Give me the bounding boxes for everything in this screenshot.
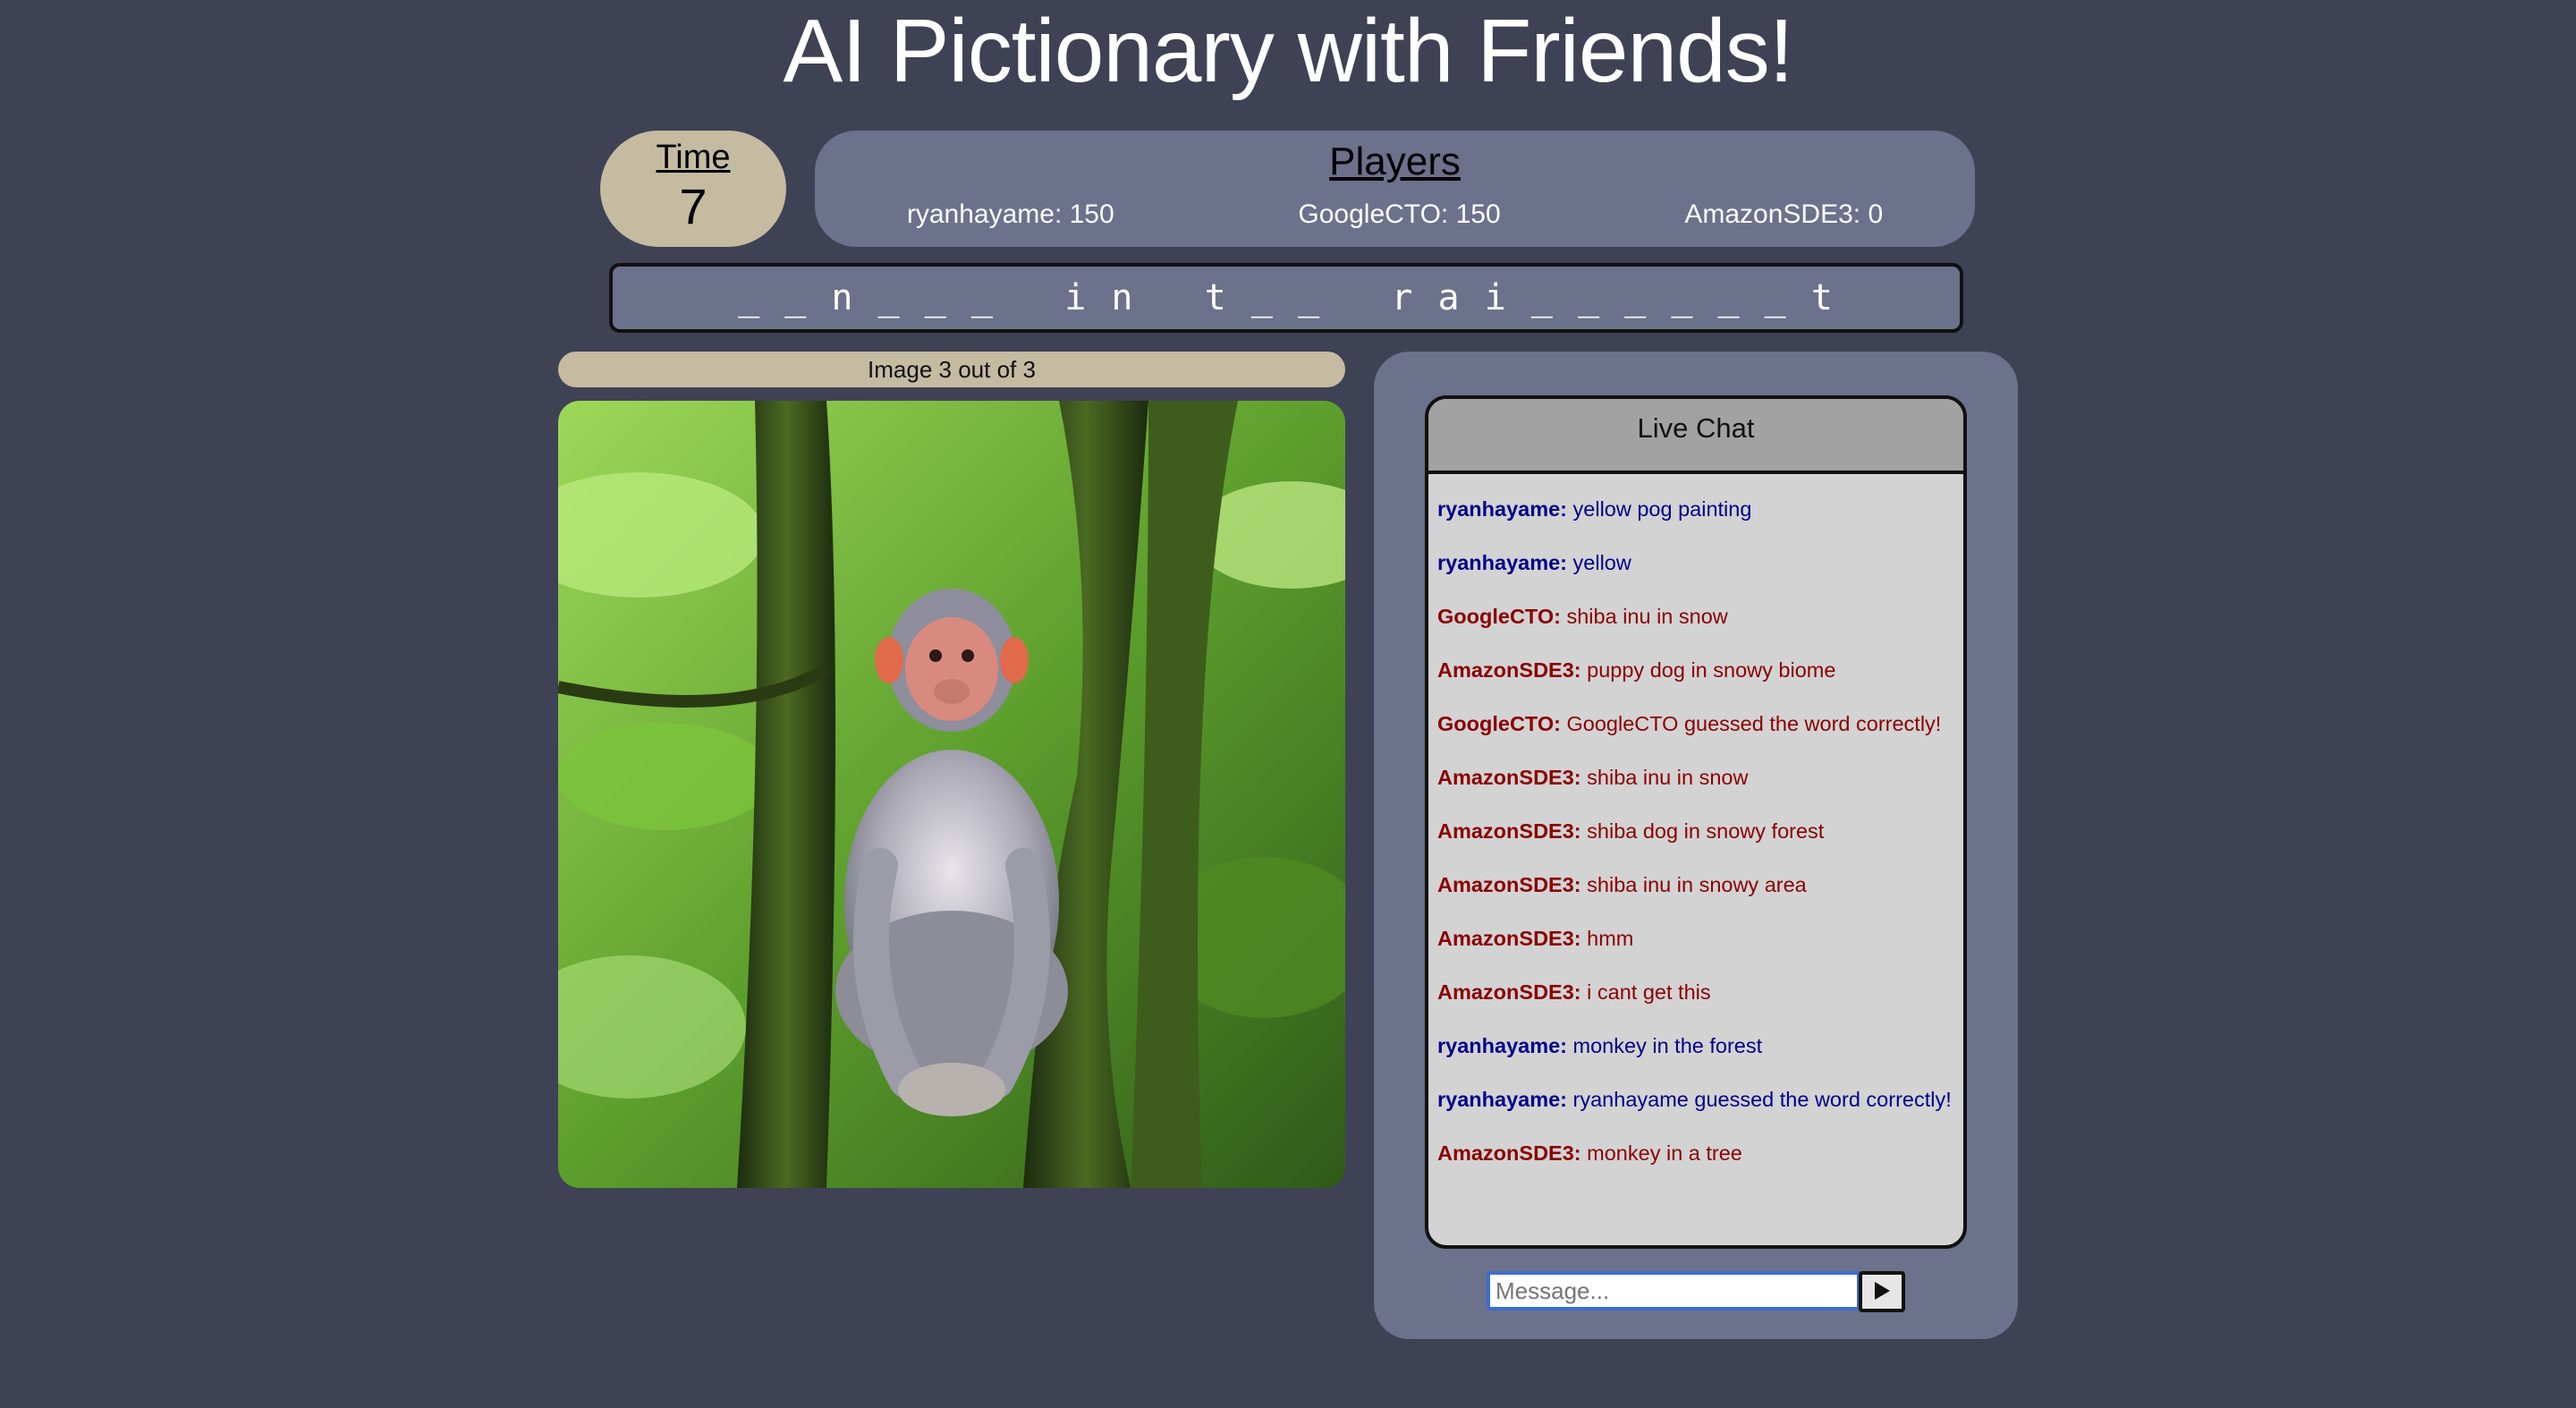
generated-image bbox=[558, 401, 1345, 1188]
chat-message: GoogleCTO: shiba inu in snow bbox=[1437, 601, 1954, 632]
chat-message: AmazonSDE3: shiba inu in snowy area bbox=[1437, 869, 1954, 901]
chat-message-sender: ryanhayame: bbox=[1437, 1034, 1567, 1057]
chat-message-sender: GoogleCTO: bbox=[1437, 605, 1561, 628]
chat-message-text: yellow pog painting bbox=[1572, 497, 1752, 521]
chat-message-sender: ryanhayame: bbox=[1437, 497, 1567, 521]
players-panel: Players ryanhayame: 150 GoogleCTO: 150 A… bbox=[815, 131, 1975, 247]
chat-message-text: monkey in a tree bbox=[1587, 1141, 1742, 1165]
chat-message: GoogleCTO: GoogleCTO guessed the word co… bbox=[1437, 708, 1954, 740]
chat-message-text: monkey in the forest bbox=[1572, 1034, 1763, 1057]
players-title: Players bbox=[1329, 140, 1461, 183]
chat-panel: Live Chat ryanhayame: yellow pog paintin… bbox=[1374, 352, 2018, 1339]
chat-message-text: shiba inu in snow bbox=[1566, 605, 1728, 628]
monkey-in-tree-image bbox=[558, 401, 1345, 1188]
chat-message: ryanhayame: monkey in the forest bbox=[1437, 1031, 1954, 1062]
player-score: AmazonSDE3: 0 bbox=[1684, 199, 1884, 229]
chat-message-sender: AmazonSDE3: bbox=[1437, 927, 1581, 950]
chat-message-sender: AmazonSDE3: bbox=[1437, 1141, 1581, 1165]
chat-message: AmazonSDE3: hmm bbox=[1437, 923, 1954, 954]
chat-message-sender: AmazonSDE3: bbox=[1437, 873, 1581, 896]
chat-message-text: hmm bbox=[1587, 927, 1634, 950]
player-score: GoogleCTO: 150 bbox=[1298, 199, 1501, 229]
chat-message: AmazonSDE3: monkey in a tree bbox=[1437, 1138, 1954, 1169]
chat-message: AmazonSDE3: i cant get this bbox=[1437, 977, 1954, 1008]
chat-message-text: GoogleCTO guessed the word correctly! bbox=[1566, 712, 1942, 735]
chat-message-sender: AmazonSDE3: bbox=[1437, 980, 1581, 1004]
chat-messages[interactable]: ryanhayame: yellow pog painting ryanhayam… bbox=[1428, 474, 1963, 1169]
chat-message-sender: GoogleCTO: bbox=[1437, 712, 1561, 735]
chat-message-text: yellow bbox=[1572, 551, 1631, 574]
player-score: ryanhayame: 150 bbox=[906, 199, 1114, 229]
live-chat[interactable]: Live Chat ryanhayame: yellow pog paintin… bbox=[1425, 395, 1967, 1249]
chat-message: ryanhayame: yellow pog painting bbox=[1437, 494, 1954, 525]
chat-message: AmazonSDE3: shiba dog in snowy forest bbox=[1437, 816, 1954, 847]
chat-message: ryanhayame: ryanhayame guessed the word … bbox=[1437, 1084, 1954, 1115]
chat-message-sender: AmazonSDE3: bbox=[1437, 819, 1581, 843]
send-button[interactable] bbox=[1859, 1271, 1905, 1312]
chat-message-text: i cant get this bbox=[1587, 980, 1711, 1004]
chat-message: ryanhayame: yellow bbox=[1437, 547, 1954, 579]
chat-message-text: shiba inu in snowy area bbox=[1587, 873, 1807, 896]
players-list: ryanhayame: 150 GoogleCTO: 150 AmazonSDE… bbox=[815, 197, 1975, 233]
chat-message-text: puppy dog in snowy biome bbox=[1587, 658, 1836, 682]
chat-message-text: shiba inu in snow bbox=[1587, 766, 1749, 789]
image-progress: Image 3 out of 3 bbox=[558, 352, 1345, 387]
chat-message: AmazonSDE3: shiba inu in snow bbox=[1437, 762, 1954, 793]
chat-message-sender: ryanhayame: bbox=[1437, 551, 1567, 574]
timer-label: Time bbox=[656, 139, 731, 176]
chat-message: AmazonSDE3: puppy dog in snowy biome bbox=[1437, 655, 1954, 686]
chat-message-text: shiba dog in snowy forest bbox=[1587, 819, 1825, 843]
page-title: AI Pictionary with Friends! bbox=[783, 1, 1794, 101]
chat-message-sender: AmazonSDE3: bbox=[1437, 766, 1581, 789]
chat-message-sender: AmazonSDE3: bbox=[1437, 658, 1581, 682]
chat-header: Live Chat bbox=[1428, 399, 1963, 474]
play-icon bbox=[1873, 1281, 1891, 1303]
chat-message-text: ryanhayame guessed the word correctly! bbox=[1572, 1088, 1952, 1111]
message-input[interactable] bbox=[1487, 1271, 1860, 1310]
timer: Time 7 bbox=[600, 131, 786, 247]
word-hint: _ _ n _ _ _ i n t _ _ r a i _ _ _ _ _ _ … bbox=[609, 263, 1963, 333]
chat-message-sender: ryanhayame: bbox=[1437, 1088, 1567, 1111]
timer-value: 7 bbox=[679, 178, 708, 234]
